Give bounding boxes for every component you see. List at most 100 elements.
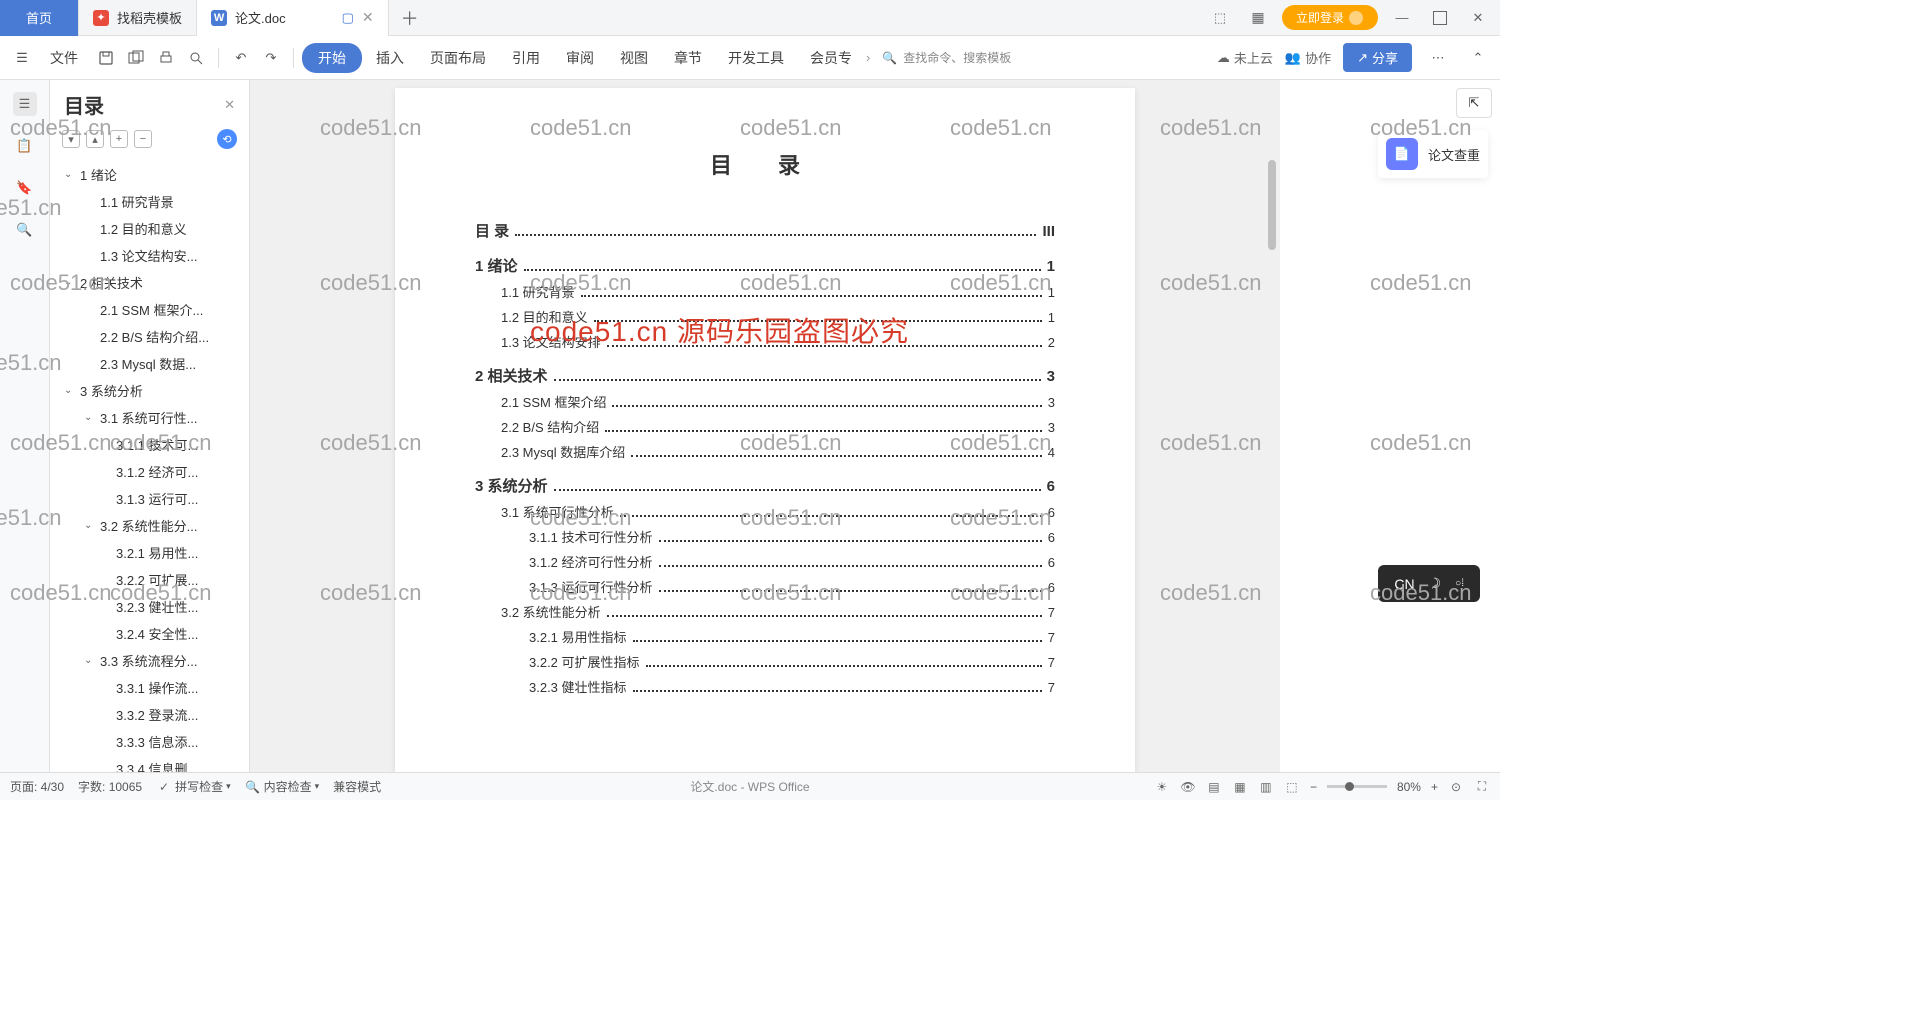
tree-item[interactable]: 2.1 SSM 框架介... (50, 296, 249, 323)
toc-line[interactable]: 1.2 目的和意义1 (475, 307, 1055, 326)
menu-devtools[interactable]: 开发工具 (716, 42, 796, 74)
toc-line[interactable]: 3.1 系统可行性分析6 (475, 502, 1055, 521)
file-menu[interactable]: 文件 (38, 42, 90, 74)
menu-start[interactable]: 开始 (302, 43, 362, 73)
undo-icon[interactable]: ↶ (227, 44, 255, 72)
share-button[interactable]: ↗分享 (1343, 43, 1412, 72)
bookmark-icon[interactable]: 🔖 (13, 176, 37, 200)
zoom-slider[interactable] (1327, 785, 1387, 788)
tab-templates[interactable]: ✦ 找稻壳模板 (79, 0, 197, 36)
tree-item[interactable]: ⌄1 绪论 (50, 161, 249, 188)
toc-line[interactable]: 2.1 SSM 框架介绍3 (475, 392, 1055, 411)
layout4-icon[interactable]: ⬚ (1284, 779, 1300, 795)
toc-line[interactable]: 3.2.3 健壮性指标7 (475, 677, 1055, 696)
tree-item[interactable]: ⌄2 相关技术 (50, 269, 249, 296)
collapse-all-icon[interactable]: ▾ (62, 130, 80, 148)
outline-icon[interactable]: ☰ (13, 92, 37, 116)
toc-line[interactable]: 3.2 系统性能分析7 (475, 602, 1055, 621)
menu-insert[interactable]: 插入 (364, 42, 416, 74)
tree-item[interactable]: ⌄3.3 系统流程分... (50, 647, 249, 674)
zoom-value[interactable]: 80% (1397, 780, 1421, 794)
ime-indicator[interactable]: CN ☽ ○⁞ (1378, 565, 1480, 602)
document-area[interactable]: 目 录 目 录III1 绪论11.1 研究背景11.2 目的和意义11.3 论文… (250, 80, 1280, 772)
menu-member[interactable]: 会员专 (798, 42, 864, 74)
compat-mode[interactable]: 兼容模式 (333, 778, 381, 795)
sync-icon[interactable]: ⟲ (217, 129, 237, 149)
new-tab-button[interactable]: ＋ (389, 5, 431, 31)
word-count[interactable]: 字数: 10065 (78, 778, 142, 795)
brightness-icon[interactable]: ☀ (1154, 779, 1170, 795)
toc-line[interactable]: 3.1.2 经济可行性分析6 (475, 552, 1055, 571)
popup-icon[interactable]: ▢ (342, 10, 354, 26)
remove-icon[interactable]: − (134, 130, 152, 148)
menu-layout[interactable]: 页面布局 (418, 42, 498, 74)
tree-item[interactable]: 3.2.1 易用性... (50, 539, 249, 566)
save-icon[interactable] (92, 44, 120, 72)
add-icon[interactable]: + (110, 130, 128, 148)
collapse-icon[interactable]: ⌃ (1464, 44, 1492, 72)
toc-line[interactable]: 1.3 论文结构安排2 (475, 332, 1055, 351)
read-icon[interactable]: 👁 (1180, 779, 1196, 795)
tree-item[interactable]: 3.1.1 技术可... (50, 431, 249, 458)
tree-item[interactable]: 1.1 研究背景 (50, 188, 249, 215)
toc-line[interactable]: 3.1.3 运行可行性分析6 (475, 577, 1055, 596)
toc-line[interactable]: 2.3 Mysql 数据库介绍4 (475, 442, 1055, 461)
command-search[interactable]: 🔍 查找命令、搜索模板 (872, 45, 1021, 70)
close-window-icon[interactable]: ✕ (1464, 4, 1492, 32)
layout2-icon[interactable]: ▦ (1232, 779, 1248, 795)
tree-item[interactable]: 1.2 目的和意义 (50, 215, 249, 242)
close-tab-icon[interactable]: ✕ (362, 9, 374, 26)
print-icon[interactable] (152, 44, 180, 72)
tree-item[interactable]: 3.3.3 信息添... (50, 728, 249, 755)
zoom-out-icon[interactable]: − (1310, 780, 1317, 794)
menu-view[interactable]: 视图 (608, 42, 660, 74)
tree-item[interactable]: 3.3.2 登录流... (50, 701, 249, 728)
tree-item[interactable]: 2.2 B/S 结构介绍... (50, 323, 249, 350)
tree-item[interactable]: 3.2.2 可扩展... (50, 566, 249, 593)
fit-icon[interactable]: ⊙ (1448, 779, 1464, 795)
toc-line[interactable]: 3.2.2 可扩展性指标7 (475, 652, 1055, 671)
toc-line[interactable]: 目 录III (475, 220, 1055, 241)
tree-item[interactable]: 3.2.4 安全性... (50, 620, 249, 647)
page-indicator[interactable]: 页面: 4/30 (10, 778, 64, 795)
login-button[interactable]: 立即登录 (1282, 5, 1378, 30)
menu-icon[interactable]: ☰ (8, 44, 36, 72)
zoom-in-icon[interactable]: + (1431, 780, 1438, 794)
tree-item[interactable]: 3.1.3 运行可... (50, 485, 249, 512)
minimize-icon[interactable]: — (1388, 4, 1416, 32)
save-as-icon[interactable] (122, 44, 150, 72)
tree-item[interactable]: 3.1.2 经济可... (50, 458, 249, 485)
collab-button[interactable]: 👥协作 (1285, 48, 1331, 67)
toc-line[interactable]: 2.2 B/S 结构介绍3 (475, 417, 1055, 436)
print-preview-icon[interactable] (182, 44, 210, 72)
search-rail-icon[interactable]: 🔍 (13, 218, 37, 242)
tab-home[interactable]: 首页 (0, 0, 79, 36)
layout3-icon[interactable]: ▥ (1258, 779, 1274, 795)
tree-item[interactable]: 3.3.1 操作流... (50, 674, 249, 701)
menu-review[interactable]: 审阅 (554, 42, 606, 74)
scroll-thumb[interactable] (1268, 160, 1276, 250)
tree-item[interactable]: 3.3.4 信息删... (50, 755, 249, 772)
tree-item[interactable]: ⌄3.1 系统可行性... (50, 404, 249, 431)
collapse-right-icon[interactable]: ⇱ (1456, 88, 1492, 118)
toc-line[interactable]: 1 绪论1 (475, 255, 1055, 276)
menu-reference[interactable]: 引用 (500, 42, 552, 74)
fullscreen-icon[interactable]: ⛶ (1474, 779, 1490, 795)
layout-icon[interactable]: ⬚ (1206, 4, 1234, 32)
tree-item[interactable]: 1.3 论文结构安... (50, 242, 249, 269)
close-outline-icon[interactable]: ✕ (224, 97, 235, 113)
redo-icon[interactable]: ↷ (257, 44, 285, 72)
menu-chapter[interactable]: 章节 (662, 42, 714, 74)
tab-document[interactable]: W 论文.doc ▢ ✕ (197, 0, 389, 36)
toc-line[interactable]: 3.1.1 技术可行性分析6 (475, 527, 1055, 546)
toc-line[interactable]: 2 相关技术3 (475, 365, 1055, 386)
toc-line[interactable]: 1.1 研究背景1 (475, 282, 1055, 301)
maximize-icon[interactable] (1426, 4, 1454, 32)
more-icon[interactable]: ⋯ (1424, 44, 1452, 72)
tree-item[interactable]: 3.2.3 健壮性... (50, 593, 249, 620)
toc-line[interactable]: 3.2.1 易用性指标7 (475, 627, 1055, 646)
spell-check[interactable]: ✓拼写检查▾ (156, 778, 231, 795)
tree-item[interactable]: ⌄3 系统分析 (50, 377, 249, 404)
scrollbar-vertical[interactable] (1268, 160, 1278, 772)
expand-all-icon[interactable]: ▴ (86, 130, 104, 148)
